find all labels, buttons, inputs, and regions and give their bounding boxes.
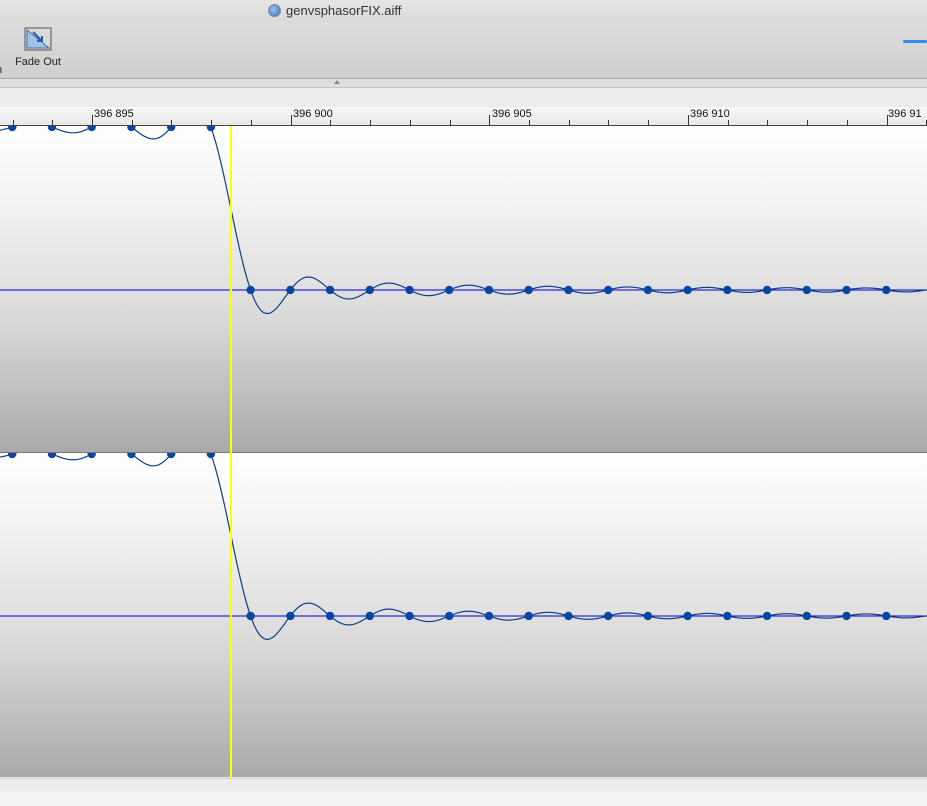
sample-point[interactable] [762, 285, 772, 295]
ruler-tick [807, 120, 809, 125]
sample-point[interactable] [762, 611, 772, 621]
ruler-tick [131, 120, 133, 125]
sample-point[interactable] [8, 453, 17, 459]
toolbar-activity-indicator [903, 40, 927, 43]
sample-point[interactable] [524, 285, 533, 295]
sample-point[interactable] [365, 285, 374, 295]
fade-out-icon [23, 26, 53, 52]
ruler-tick [330, 120, 332, 125]
window-title: genvsphasorFIX.aiff [268, 3, 401, 18]
sample-point[interactable] [842, 611, 851, 621]
sample-point[interactable] [723, 611, 732, 621]
ruler-tick [568, 120, 570, 125]
sample-point[interactable] [723, 285, 732, 295]
ruler-tick [250, 120, 252, 125]
ruler-tick [727, 120, 729, 125]
status-bar-inner [0, 791, 927, 806]
overview-band [0, 88, 927, 108]
sample-point[interactable] [524, 611, 533, 621]
sample-point[interactable] [603, 285, 613, 295]
playhead-cursor[interactable] [230, 126, 232, 778]
sample-point[interactable] [87, 126, 96, 132]
audio-document-icon [268, 4, 281, 17]
ruler-tick [767, 120, 769, 125]
ruler-label: 396 900 [293, 108, 333, 120]
ruler-label: 396 905 [492, 108, 532, 120]
sample-point[interactable] [842, 285, 851, 295]
sample-point[interactable] [802, 285, 812, 295]
sample-point[interactable] [405, 611, 414, 621]
sample-point[interactable] [8, 126, 17, 132]
waveform-plot-1 [0, 126, 927, 315]
title-bar: genvsphasorFIX.aiff [0, 0, 927, 22]
window-title-text: genvsphasorFIX.aiff [286, 3, 402, 18]
fade-out-button[interactable]: Fade Out [13, 26, 63, 68]
ruler-tick [608, 120, 610, 125]
sample-point[interactable] [325, 285, 335, 295]
waveform-line [0, 126, 927, 315]
ruler-tick [211, 120, 213, 125]
ruler-tick [290, 115, 292, 125]
sample-point[interactable] [127, 453, 136, 459]
sample-point[interactable] [564, 285, 573, 295]
fade-out-label: Fade Out [15, 56, 61, 68]
ruler-tick [449, 120, 451, 125]
sample-point[interactable] [325, 611, 335, 621]
sample-point[interactable] [47, 453, 57, 459]
sample-point[interactable] [47, 126, 57, 132]
sample-point[interactable] [643, 611, 653, 621]
sample-point[interactable] [405, 285, 414, 295]
sample-point[interactable] [683, 611, 692, 621]
sample-point[interactable] [365, 611, 374, 621]
toolbar-partial-label: n [0, 64, 2, 76]
sample-point[interactable] [683, 285, 692, 295]
sample-point[interactable] [484, 611, 494, 621]
waveform-plot-2 [0, 453, 927, 640]
ruler-tick [648, 120, 650, 125]
pane-splitter[interactable] [0, 79, 927, 88]
waveform-channel-2[interactable] [0, 453, 927, 777]
sample-point[interactable] [286, 611, 295, 621]
ruler-tick [846, 120, 848, 125]
toolbar: n Fade Out [0, 22, 927, 79]
sample-point[interactable] [802, 611, 812, 621]
sample-point[interactable] [246, 285, 255, 295]
sample-point[interactable] [882, 285, 891, 295]
sample-point[interactable] [445, 285, 454, 295]
ruler-tick [687, 115, 689, 125]
ruler-tick [529, 120, 531, 125]
waveform-channel-1[interactable] [0, 126, 927, 453]
ruler-label: 396 895 [94, 108, 134, 120]
ruler-label: 396 910 [690, 108, 730, 120]
sample-point[interactable] [206, 453, 216, 459]
status-bar [0, 778, 927, 806]
sample-point[interactable] [882, 611, 891, 621]
sample-point[interactable] [643, 285, 653, 295]
ruler-tick [171, 120, 173, 125]
sample-point[interactable] [603, 611, 613, 621]
ruler-label: 396 91 [888, 108, 922, 120]
ruler-tick [370, 120, 372, 125]
sample-point[interactable] [127, 126, 136, 132]
sample-point[interactable] [246, 611, 255, 621]
sample-point[interactable] [206, 126, 216, 132]
ruler-tick [12, 120, 14, 125]
sample-point[interactable] [484, 285, 494, 295]
ruler-tick [92, 115, 93, 125]
ruler-tick [409, 120, 411, 125]
ruler-tick [52, 120, 54, 125]
sample-point[interactable] [286, 285, 295, 295]
splitter-grip-icon [334, 80, 340, 84]
sample-point[interactable] [87, 453, 96, 459]
sample-point[interactable] [564, 611, 573, 621]
waveform-line [0, 453, 927, 640]
sample-point[interactable] [445, 611, 454, 621]
ruler-tick [489, 115, 491, 125]
time-ruler[interactable]: 396 895 396 900 396 905 396 910 396 91 [0, 107, 927, 126]
